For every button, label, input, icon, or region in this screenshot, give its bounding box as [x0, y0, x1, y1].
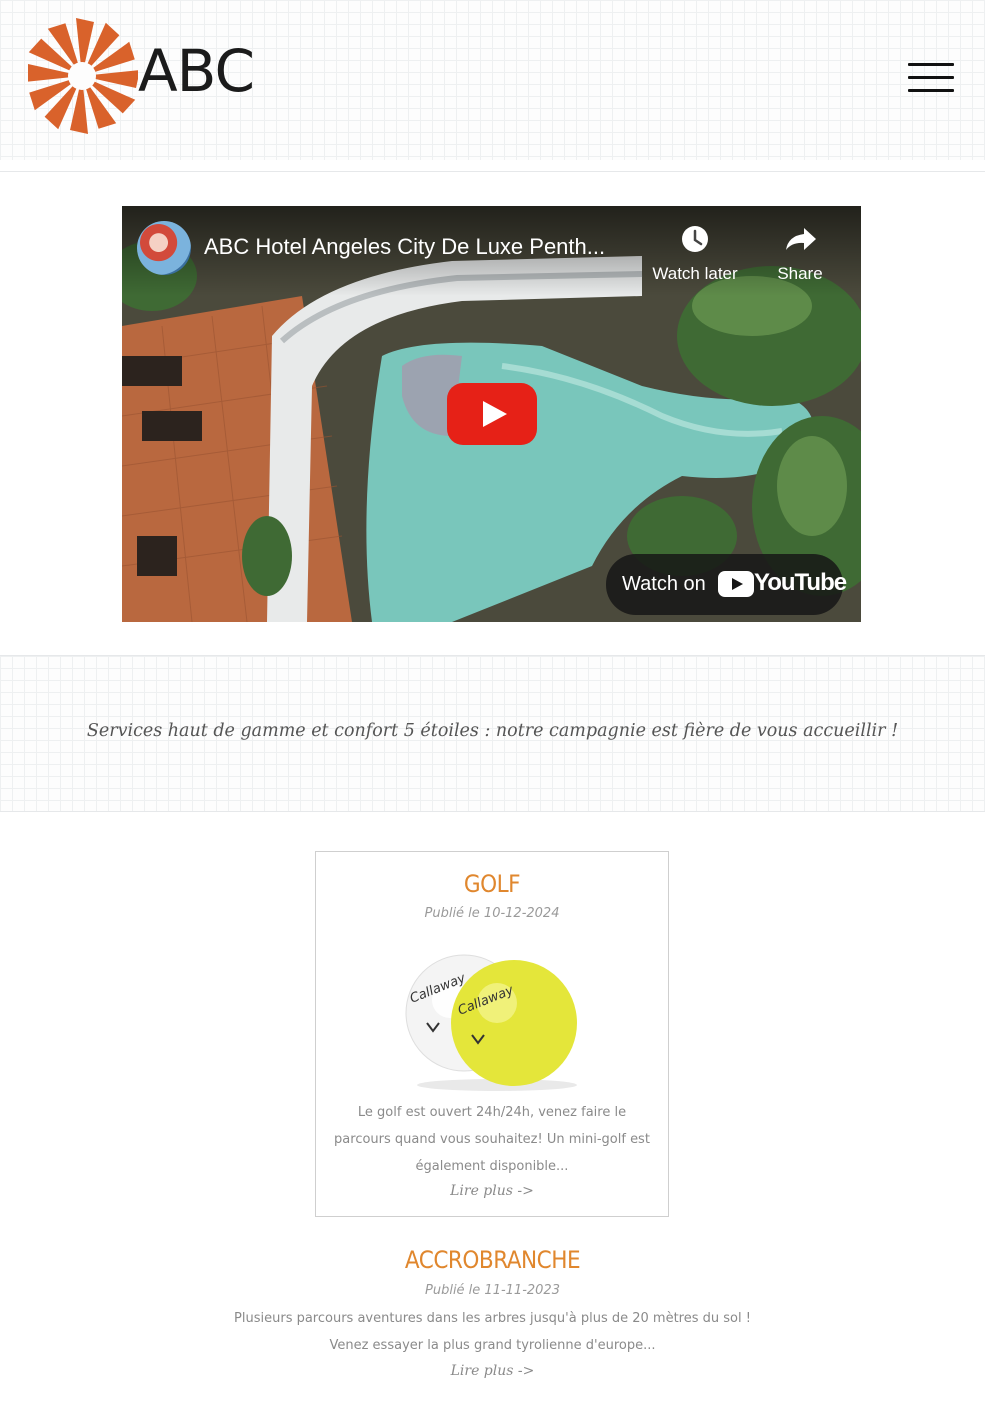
post-excerpt-line: également disponible...	[415, 1159, 569, 1174]
share-arrow-icon	[786, 228, 816, 250]
youtube-wordmark: YouTube	[754, 569, 847, 596]
channel-avatar[interactable]	[137, 221, 191, 275]
play-button[interactable]	[447, 383, 537, 445]
post-excerpt: Le golf est ouvert 24h/24h, venez faire …	[326, 1099, 658, 1180]
site-header: ABC	[0, 0, 985, 160]
youtube-embed[interactable]: ABC Hotel Angeles City De Luxe Penth... …	[122, 206, 861, 622]
post-excerpt: Plusieurs parcours aventures dans les ar…	[0, 1305, 985, 1359]
watch-on-label: Watch on	[622, 573, 706, 595]
hamburger-menu-icon[interactable]	[906, 60, 956, 96]
post-card-golf: GOLF Publié le 10-12-2024 Callaway Calla…	[315, 851, 669, 1217]
play-icon	[447, 383, 537, 445]
read-more-link[interactable]: Lire plus ->	[0, 1363, 985, 1379]
watch-on-youtube-button[interactable]: Watch on YouTube	[606, 554, 847, 615]
post-excerpt-line: Le golf est ouvert 24h/24h, venez faire …	[357, 1105, 627, 1120]
logo-sunburst-icon	[24, 18, 140, 134]
watch-later-button[interactable]: Watch later	[645, 222, 745, 284]
site-logo[interactable]: ABC	[24, 16, 258, 138]
post-excerpt-line: Venez essayer la plus grand tyrolienne d…	[329, 1338, 656, 1353]
clock-icon	[682, 226, 708, 252]
tagline-text: Services haut de gamme et confort 5 étoi…	[86, 721, 899, 741]
youtube-logo-icon	[718, 571, 754, 597]
post-excerpt-line: Plusieurs parcours aventures dans les ar…	[234, 1311, 751, 1326]
post-date: Publié le 11-11-2023	[425, 1283, 560, 1298]
read-more-link[interactable]: Lire plus ->	[316, 1183, 668, 1199]
post-accrobranche: ACCROBRANCHE Publié le 11-11-2023 Plusie…	[0, 1246, 985, 1396]
header-divider	[0, 171, 985, 172]
post-excerpt-line: parcours quand vous souhaitez! Un mini-g…	[334, 1132, 650, 1147]
share-label: Share	[777, 264, 823, 283]
golf-balls-image: Callaway Callaway	[405, 954, 577, 1091]
share-button[interactable]: Share	[750, 222, 850, 284]
post-date: Publié le 10-12-2024	[424, 906, 560, 921]
post-title[interactable]: GOLF	[316, 870, 668, 898]
post-title[interactable]: ACCROBRANCHE	[0, 1246, 985, 1274]
logo-text: ABC	[138, 37, 255, 105]
watch-later-label: Watch later	[652, 264, 738, 283]
video-title[interactable]: ABC Hotel Angeles City De Luxe Penth...	[204, 234, 605, 260]
